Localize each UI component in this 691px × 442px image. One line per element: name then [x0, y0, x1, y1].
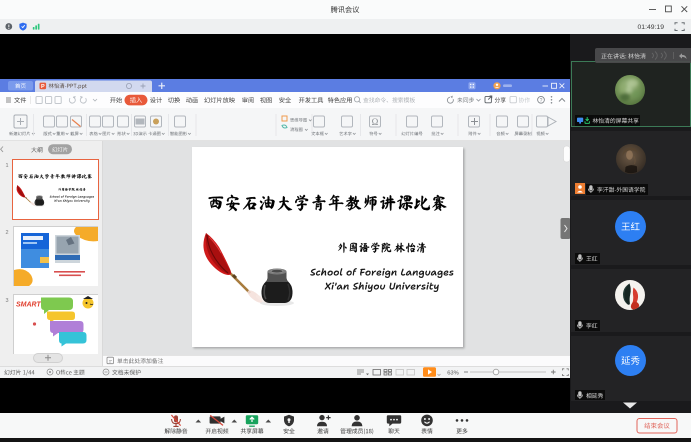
- svg-text:Ω: Ω: [372, 117, 379, 127]
- svg-text:?: ?: [540, 98, 543, 104]
- svg-text:P: P: [41, 84, 45, 90]
- svg-text:01:49:19: 01:49:19: [638, 24, 665, 31]
- svg-text:SMART: SMART: [16, 301, 41, 308]
- svg-text:3: 3: [5, 298, 8, 304]
- svg-text:1: 1: [5, 163, 8, 169]
- svg-text:2: 2: [5, 230, 8, 236]
- svg-text:63%: 63%: [447, 370, 459, 376]
